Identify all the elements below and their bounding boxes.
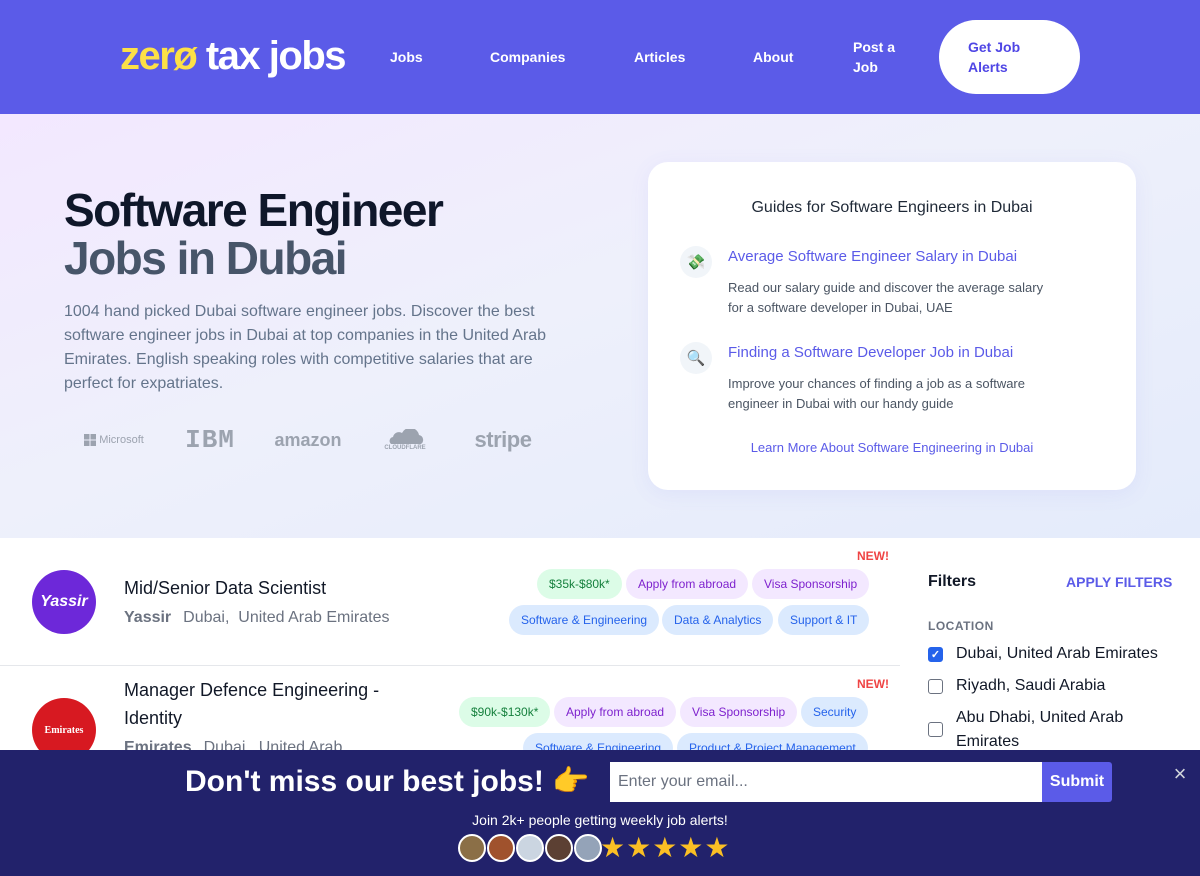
location-option-label: Abu Dhabi, United Arab Emirates xyxy=(956,709,1124,750)
cloudflare-wordmark: CLOUDFLARE xyxy=(384,445,426,451)
job-alert-signup-banner: Don't miss our best jobs! 👉 Submit × Joi… xyxy=(0,750,1200,876)
tag-support-it[interactable]: Support & IT xyxy=(778,605,870,635)
learn-more-link[interactable]: Learn More About Software Engineering in… xyxy=(648,438,1136,458)
banner-subtext: Join 2k+ people getting weekly job alert… xyxy=(472,812,728,828)
new-badge: NEW! xyxy=(857,549,889,563)
hero-description: 1004 hand picked Dubai software engineer… xyxy=(64,303,547,392)
guides-title: Guides for Software Engineers in Dubai xyxy=(751,199,1033,216)
location-filter-label: LOCATION xyxy=(928,619,994,633)
cloud-icon xyxy=(389,429,424,444)
tag-visa-sponsorship[interactable]: Visa Sponsorship xyxy=(752,569,870,599)
post-job-label-line1: Post a xyxy=(853,39,896,55)
guides-card: Guides for Software Engineers in Dubai 💸… xyxy=(648,162,1136,490)
tag-apply-abroad[interactable]: Apply from abroad xyxy=(626,569,749,599)
job-country: United Arab Emirates xyxy=(238,609,390,626)
alerts-label-line1: Get Job xyxy=(968,39,1021,55)
microsoft-logo: Microsoft xyxy=(80,424,148,456)
job-row[interactable]: NEW! Yassir Mid/Senior Data Scientist Ya… xyxy=(0,538,900,666)
post-job-label-line2: Job xyxy=(853,59,878,75)
job-title[interactable]: Mid/Senior Data Scientist xyxy=(124,574,326,602)
job-title[interactable]: Manager Defence Engineering - Identity xyxy=(124,676,414,732)
job-city: Dubai, xyxy=(183,609,230,626)
microsoft-wordmark: Microsoft xyxy=(99,434,144,446)
microsoft-squares-icon xyxy=(84,434,97,446)
top-navigation-bar: zerø tax jobs Jobs Companies Articles Ab… xyxy=(0,0,1200,114)
cloudflare-logo: CLOUDFLARE xyxy=(382,424,428,456)
submit-button[interactable]: Submit xyxy=(1042,762,1112,802)
job-search-guide-link[interactable]: Finding a Software Developer Job in Duba… xyxy=(728,343,1013,363)
money-icon: 💸 xyxy=(680,246,712,278)
job-location: Yassir Dubai, United Arab Emirates xyxy=(124,608,389,628)
checkbox[interactable] xyxy=(928,679,943,694)
new-badge: NEW! xyxy=(857,677,889,691)
salary-guide-text: Read our salary guide and discover the a… xyxy=(728,280,1044,315)
job-search-guide-text: Improve your chances of finding a job as… xyxy=(728,376,1025,411)
avatar xyxy=(574,834,602,862)
location-option-label: Dubai, United Arab Emirates xyxy=(956,645,1158,662)
salary-guide-link[interactable]: Average Software Engineer Salary in Duba… xyxy=(728,247,1017,267)
email-input[interactable] xyxy=(610,762,1044,802)
company-logo: Yassir xyxy=(32,570,96,634)
banner-headline: Don't miss our best jobs! 👉 xyxy=(185,765,590,798)
tag-visa-sponsorship[interactable]: Visa Sponsorship xyxy=(680,697,798,727)
filters-title: Filters xyxy=(928,573,977,590)
tag-software-engineering[interactable]: Software & Engineering xyxy=(509,605,660,635)
avatar xyxy=(487,834,515,862)
apply-filters-button[interactable]: APPLY FILTERS xyxy=(1066,574,1172,590)
ibm-logo: IBM xyxy=(185,425,235,455)
avatar xyxy=(516,834,544,862)
site-logo[interactable]: zerø tax jobs xyxy=(120,34,347,78)
amazon-logo: amazon xyxy=(274,429,342,450)
location-option-dubai[interactable]: ✓ Dubai, United Arab Emirates xyxy=(928,642,1188,666)
salary-tag[interactable]: $90k-$130k* xyxy=(459,697,551,727)
nav-post-job-link[interactable]: Post a Job xyxy=(853,37,895,77)
company-logos-strip: Microsoft IBM amazon CLOUDFLARE stripe xyxy=(64,424,544,456)
hero-section: Software Engineer Jobs in Dubai 1004 han… xyxy=(0,114,1200,538)
title-line-1: Software Engineer xyxy=(64,184,444,236)
nav-companies-link[interactable]: Companies xyxy=(490,47,565,67)
checkbox-checked[interactable]: ✓ xyxy=(928,647,943,662)
logo-mark-text: zerø xyxy=(120,34,198,78)
filters-panel: Filters APPLY FILTERS LOCATION ✓ Dubai, … xyxy=(912,562,1188,762)
nav-about-link[interactable]: About xyxy=(753,47,793,67)
stripe-logo: stripe xyxy=(474,427,532,452)
location-option-riyadh[interactable]: Riyadh, Saudi Arabia xyxy=(928,674,1188,698)
location-option-abu-dhabi[interactable]: Abu Dhabi, United Arab Emirates xyxy=(928,706,1188,754)
tag-apply-abroad[interactable]: Apply from abroad xyxy=(554,697,677,727)
logo-word-text: tax jobs xyxy=(196,34,347,78)
nav-articles-link[interactable]: Articles xyxy=(634,47,685,67)
title-line-2: Jobs in Dubai xyxy=(64,232,348,284)
page-title: Software Engineer Jobs in Dubai xyxy=(64,184,444,284)
alerts-label-line2: Alerts xyxy=(968,59,1008,75)
get-job-alerts-button[interactable]: Get Job Alerts xyxy=(939,20,1080,94)
checkbox[interactable] xyxy=(928,722,943,737)
close-icon[interactable]: × xyxy=(1170,763,1190,785)
magnifier-icon: 🔍 xyxy=(680,342,712,374)
tag-data-analytics[interactable]: Data & Analytics xyxy=(662,605,774,635)
star-rating: ★★★★★ xyxy=(600,832,731,863)
avatar xyxy=(458,834,486,862)
company-name: Yassir xyxy=(124,609,172,626)
nav-jobs-link[interactable]: Jobs xyxy=(390,47,423,67)
tag-security[interactable]: Security xyxy=(801,697,869,727)
location-option-label: Riyadh, Saudi Arabia xyxy=(956,677,1106,694)
avatar xyxy=(545,834,573,862)
salary-tag[interactable]: $35k-$80k* xyxy=(537,569,622,599)
